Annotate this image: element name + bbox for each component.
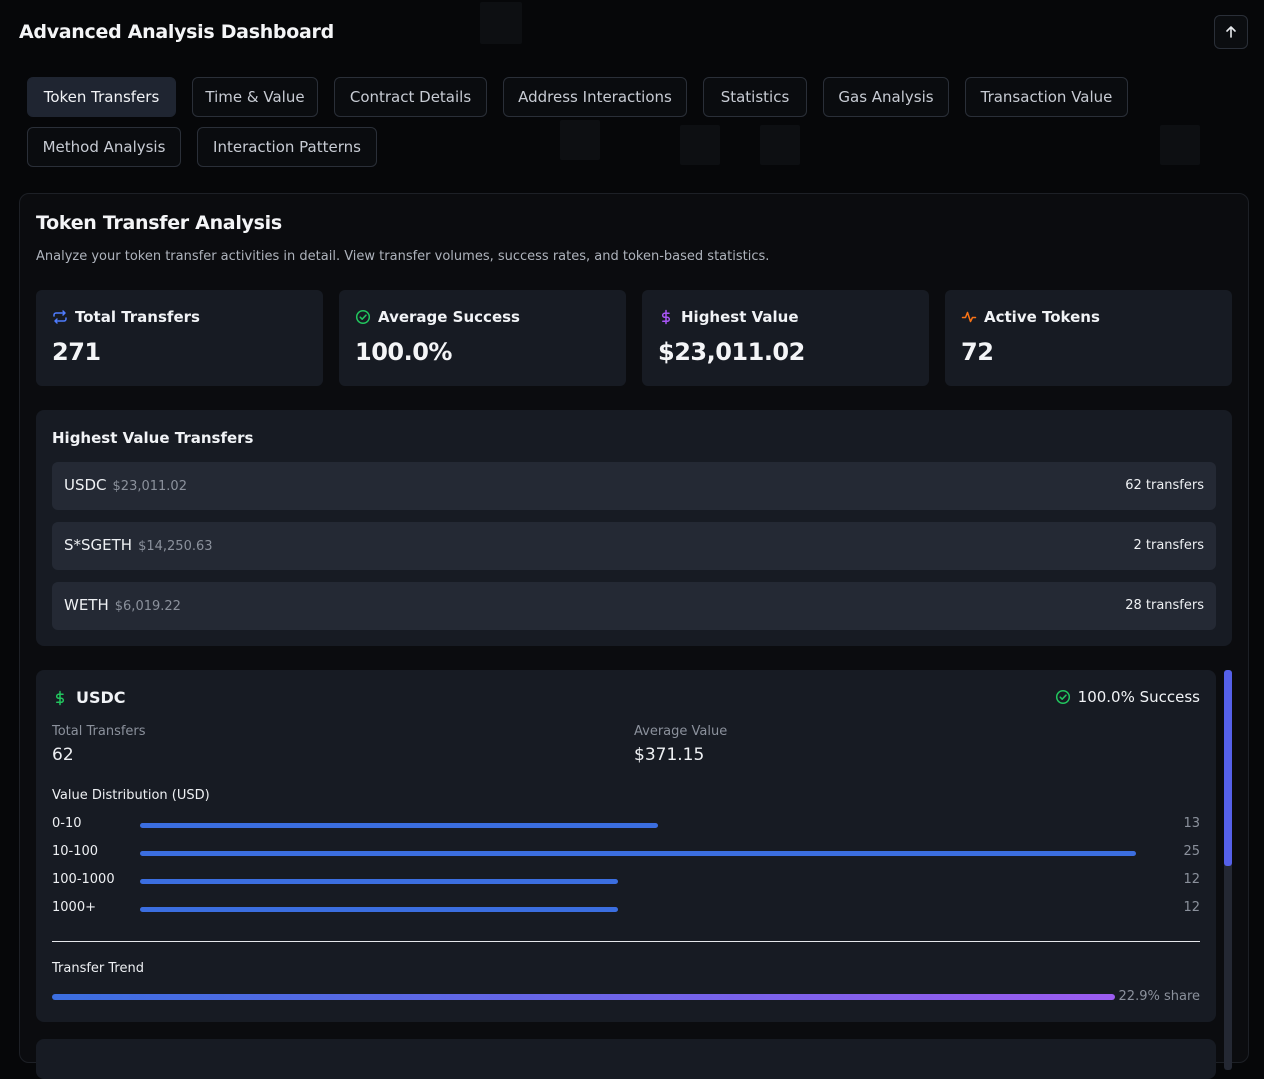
tab-gas-analysis[interactable]: Gas Analysis bbox=[823, 77, 949, 117]
background-block bbox=[560, 120, 600, 160]
stat-value: 100.0% bbox=[355, 338, 452, 366]
scroll-to-top-button[interactable] bbox=[1214, 15, 1248, 49]
stat-card-total-transfers: Total Transfers 271 bbox=[36, 290, 323, 386]
stat-card-active-tokens: Active Tokens 72 bbox=[945, 290, 1232, 386]
tab-address-interactions[interactable]: Address Interactions bbox=[503, 77, 687, 117]
activity-icon bbox=[961, 309, 977, 325]
background-block bbox=[760, 125, 800, 165]
list-item[interactable]: USDC $23,011.02 62 transfers bbox=[52, 462, 1216, 510]
trend-share: 22.9% share bbox=[1118, 989, 1200, 1004]
divider bbox=[52, 941, 1200, 942]
tab-transaction-value[interactable]: Transaction Value bbox=[965, 77, 1128, 117]
average-value-label: Average Value bbox=[634, 724, 728, 739]
token-name: S*SGETH bbox=[64, 536, 133, 554]
stat-card-highest-value: Highest Value $23,011.02 bbox=[642, 290, 929, 386]
range-label: 10-100 bbox=[52, 844, 99, 859]
trend-bar bbox=[52, 994, 1115, 1000]
range-count: 13 bbox=[1183, 816, 1200, 831]
transfer-count: 28 transfers bbox=[1125, 598, 1204, 613]
stat-value: 271 bbox=[52, 338, 101, 366]
scrollbar[interactable] bbox=[1224, 670, 1232, 1070]
tab-method-analysis[interactable]: Method Analysis bbox=[27, 127, 181, 167]
tab-contract-details[interactable]: Contract Details bbox=[334, 77, 487, 117]
token-name: USDC bbox=[64, 476, 107, 494]
stat-label: Average Success bbox=[378, 308, 520, 326]
distribution-bar bbox=[140, 907, 618, 912]
total-transfers-label: Total Transfers bbox=[52, 724, 146, 739]
range-count: 12 bbox=[1183, 900, 1200, 915]
tab-token-transfers[interactable]: Token Transfers bbox=[27, 77, 176, 117]
range-count: 12 bbox=[1183, 872, 1200, 887]
token-amount: $14,250.63 bbox=[138, 539, 213, 554]
list-item[interactable]: WETH $6,019.22 28 transfers bbox=[52, 582, 1216, 630]
panel-title: Token Transfer Analysis bbox=[36, 212, 282, 234]
token-amount: $6,019.22 bbox=[114, 599, 181, 614]
range-count: 25 bbox=[1183, 844, 1200, 859]
stat-value: 72 bbox=[961, 338, 994, 366]
token-detail-card bbox=[36, 1039, 1216, 1079]
distribution-row: 100-1000 12 bbox=[52, 870, 1200, 890]
average-value-value: $371.15 bbox=[634, 745, 705, 765]
highest-value-transfers: Highest Value Transfers USDC $23,011.02 6… bbox=[36, 410, 1232, 646]
tab-statistics[interactable]: Statistics bbox=[703, 77, 807, 117]
background-block bbox=[1160, 125, 1200, 165]
range-label: 1000+ bbox=[52, 900, 96, 915]
check-circle-icon bbox=[1055, 689, 1071, 705]
total-transfers-value: 62 bbox=[52, 745, 74, 765]
repeat-icon bbox=[52, 309, 68, 325]
arrow-up-icon bbox=[1224, 25, 1238, 39]
transfer-count: 2 transfers bbox=[1133, 538, 1204, 553]
token-name: USDC bbox=[76, 688, 126, 707]
stat-label: Highest Value bbox=[681, 308, 799, 326]
token-transfer-panel: Token Transfer Analysis Analyze your tok… bbox=[19, 193, 1249, 1079]
distribution-row: 0-10 13 bbox=[52, 814, 1200, 834]
trend-title: Transfer Trend bbox=[52, 961, 144, 976]
panel-description: Analyze your token transfer activities i… bbox=[36, 249, 770, 264]
range-label: 100-1000 bbox=[52, 872, 115, 887]
stat-label: Total Transfers bbox=[75, 308, 200, 326]
stat-label: Active Tokens bbox=[984, 308, 1100, 326]
dollar-icon bbox=[658, 309, 674, 325]
distribution-title: Value Distribution (USD) bbox=[52, 788, 210, 803]
header: Advanced Analysis Dashboard bbox=[19, 15, 1248, 50]
success-rate: 100.0% Success bbox=[1077, 688, 1200, 706]
distribution-bar bbox=[140, 851, 1136, 856]
token-detail-card: USDC 100.0% Success Total Transfers 62 A… bbox=[36, 670, 1216, 1022]
tab-time-value[interactable]: Time & Value bbox=[192, 77, 318, 117]
list-item[interactable]: S*SGETH $14,250.63 2 transfers bbox=[52, 522, 1216, 570]
distribution-bar bbox=[140, 879, 618, 884]
distribution-row: 1000+ 12 bbox=[52, 898, 1200, 918]
tab-interaction-patterns[interactable]: Interaction Patterns bbox=[197, 127, 377, 167]
scrollbar-thumb[interactable] bbox=[1224, 670, 1232, 866]
token-amount: $23,011.02 bbox=[112, 479, 187, 494]
stat-value: $23,011.02 bbox=[658, 338, 805, 366]
background-block bbox=[680, 125, 720, 165]
distribution-row: 10-100 25 bbox=[52, 842, 1200, 862]
dollar-icon bbox=[52, 690, 68, 706]
check-circle-icon bbox=[355, 309, 371, 325]
range-label: 0-10 bbox=[52, 816, 82, 831]
page-title: Advanced Analysis Dashboard bbox=[19, 21, 334, 43]
distribution-bar bbox=[140, 823, 658, 828]
token-name: WETH bbox=[64, 596, 109, 614]
transfer-count: 62 transfers bbox=[1125, 478, 1204, 493]
section-title: Highest Value Transfers bbox=[52, 429, 254, 447]
stat-card-average-success: Average Success 100.0% bbox=[339, 290, 626, 386]
